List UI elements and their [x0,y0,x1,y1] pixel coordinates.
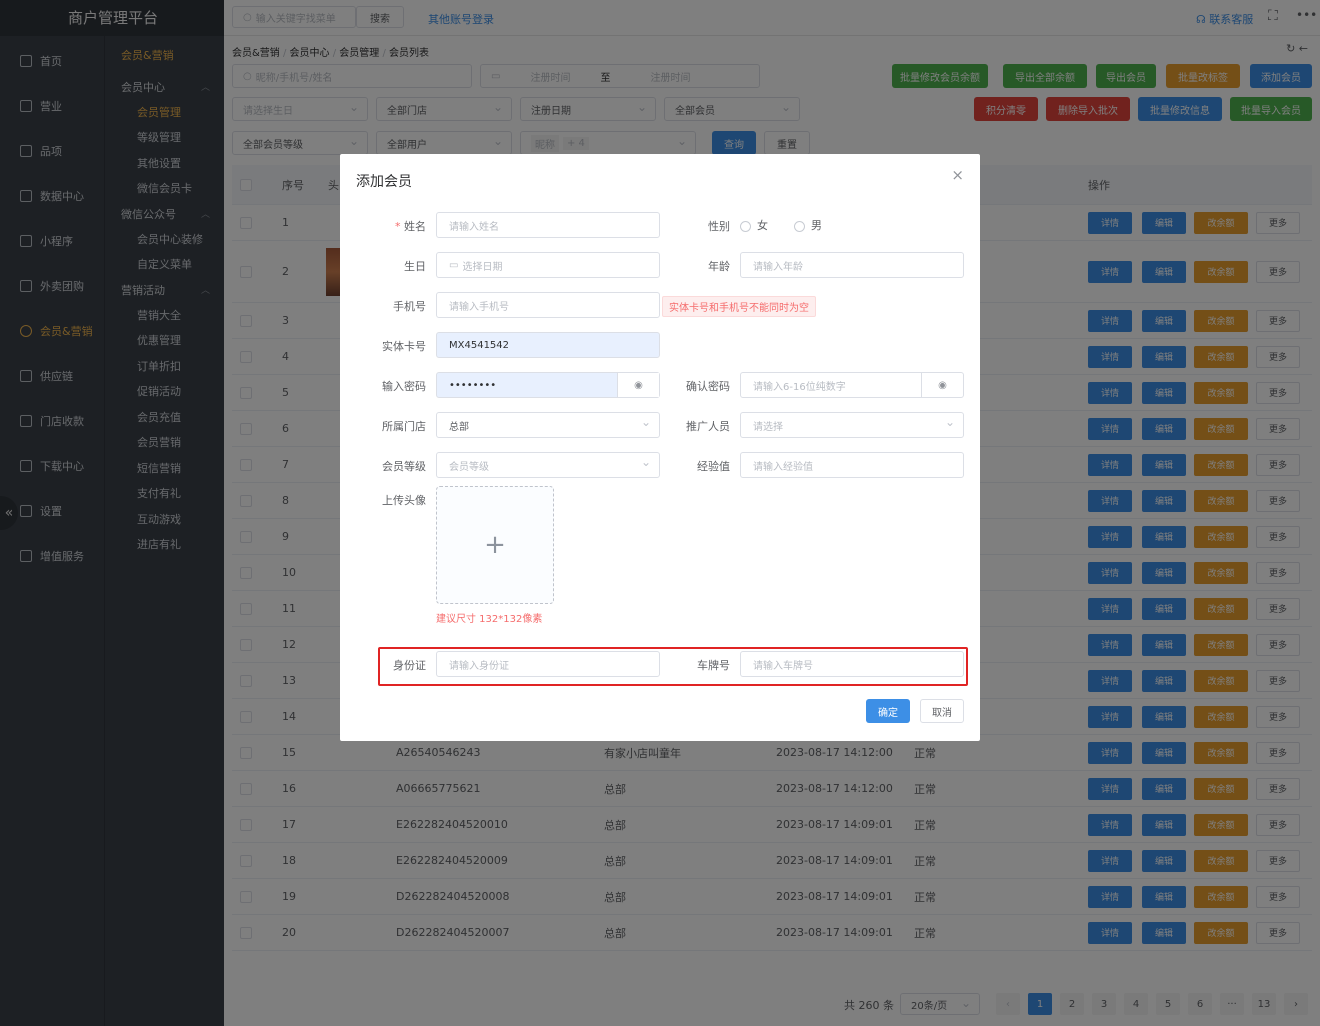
male-radio[interactable]: 男 [794,217,822,233]
age-label: 年龄 [708,260,730,273]
confirm-password-input[interactable]: 请输入6-16位纯数字 ◉ [740,372,964,398]
eye-icon[interactable]: ◉ [921,373,963,397]
gender-label: 性别 [708,220,730,233]
radio-icon [740,220,751,232]
confirm-button[interactable]: 确定 [866,699,910,723]
plate-input[interactable]: 请输入车牌号 [740,651,964,677]
exp-label: 经验值 [697,460,730,473]
store-dropdown[interactable]: 总部 [436,412,660,438]
card-number-input[interactable]: MX4541542 [436,332,660,358]
store-label: 所属门店 [382,420,426,433]
calendar-icon: ▭ [449,259,459,271]
avatar-size-hint: 建议尺寸 132*132像素 [436,614,543,625]
name-input[interactable]: 请输入姓名 [436,212,660,238]
id-card-input[interactable]: 请输入身份证 [436,651,660,677]
phone-error-tip: 实体卡号和手机号不能同时为空 [662,296,816,317]
close-icon[interactable]: × [951,166,964,184]
eye-icon[interactable]: ◉ [617,373,659,397]
phone-label: 手机号 [393,300,426,313]
female-radio[interactable]: 女 [740,217,768,233]
phone-input[interactable]: 请输入手机号 [436,292,660,318]
add-member-dialog: 添加会员 × * 姓名 请输入姓名 性别 女 男 生日 ▭ 选择日期 年龄 请输入… [340,154,980,741]
exp-input[interactable]: 请输入经验值 [740,452,964,478]
id-card-label: 身份证 [393,659,426,672]
confirm-password-label: 确认密码 [686,380,730,393]
plate-label: 车牌号 [697,659,730,672]
promoter-dropdown[interactable]: 请选择 [740,412,964,438]
radio-icon [794,220,805,232]
password-label: 输入密码 [382,380,426,393]
age-input[interactable]: 请输入年龄 [740,252,964,278]
birthday-date-picker[interactable]: ▭ 选择日期 [436,252,660,278]
avatar-label: 上传头像 [382,494,426,507]
plus-icon: + [484,530,506,560]
avatar-upload-box[interactable]: + [436,486,554,604]
cancel-button[interactable]: 取消 [920,699,964,723]
card-label: 实体卡号 [382,340,426,353]
level-label: 会员等级 [382,460,426,473]
password-input[interactable]: •••••••• ◉ [436,372,660,398]
level-dropdown[interactable]: 会员等级 [436,452,660,478]
promoter-label: 推广人员 [686,420,730,433]
dialog-title: 添加会员 [356,174,412,190]
name-label: * 姓名 [395,220,426,233]
birthday-label: 生日 [404,260,426,273]
